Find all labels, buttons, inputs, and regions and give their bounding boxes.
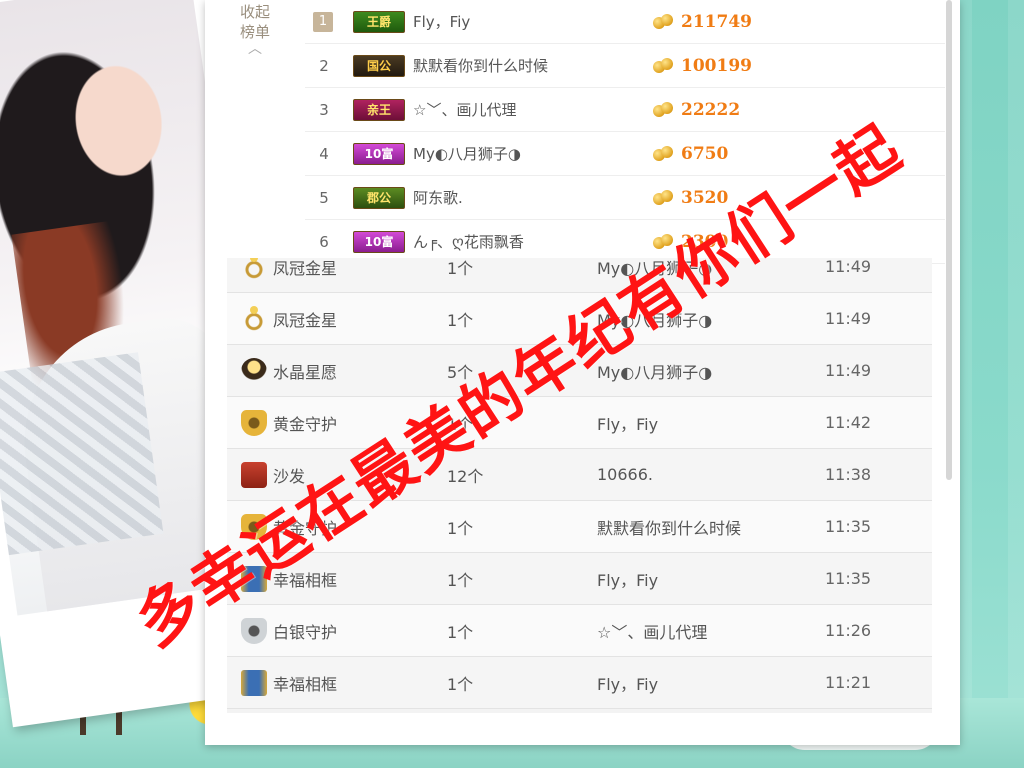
ring-icon bbox=[241, 258, 267, 280]
rank-number: 3 bbox=[319, 100, 329, 119]
gold-coin-icon bbox=[653, 101, 675, 118]
gift-row: 黄金守护 1个 Fly，Fiy 11:42 bbox=[227, 397, 932, 449]
rank-number: 6 bbox=[319, 232, 329, 251]
rank-score: 6750 bbox=[681, 143, 729, 164]
gift-time: 11:42 bbox=[825, 413, 872, 432]
rank-badge-icon: 国公 bbox=[353, 54, 405, 77]
gift-sender[interactable]: Fly，Fiy bbox=[597, 567, 658, 591]
rank-score: 22222 bbox=[681, 99, 741, 120]
gift-sender[interactable]: Fly，Fiy bbox=[597, 411, 658, 435]
photo-scarf bbox=[0, 352, 164, 556]
gift-row: 幸福相框 1个 Fly，Fiy 11:21 bbox=[227, 657, 932, 709]
collapse-label-line1: 收起 bbox=[239, 3, 270, 21]
rank-number: 2 bbox=[319, 56, 329, 75]
gift-sender[interactable]: Fly，Fiy bbox=[597, 671, 658, 695]
gift-name: 白银守护 bbox=[273, 622, 338, 642]
gift-time: 11:21 bbox=[825, 673, 872, 692]
rank-user-name[interactable]: Fly，Fiy bbox=[413, 11, 643, 32]
gift-cell: 凤冠金星 bbox=[227, 258, 427, 280]
gift-quantity: 1个 bbox=[447, 570, 474, 590]
gift-name: 凤冠金星 bbox=[273, 258, 338, 278]
gift-time: 11:38 bbox=[825, 465, 872, 484]
rank-badge-icon: 10富 bbox=[353, 230, 405, 253]
gift-quantity: 1个 bbox=[447, 258, 474, 278]
rank-number: 4 bbox=[319, 144, 329, 163]
rank-badge-icon: 10富 bbox=[353, 142, 405, 165]
gift-cell: 幸福相框 bbox=[227, 669, 427, 696]
gift-quantity: 1个 bbox=[447, 518, 474, 538]
gift-time: 11:35 bbox=[825, 569, 872, 588]
rank-user-name[interactable]: 阿东歌. bbox=[413, 187, 643, 208]
gold-shield-icon bbox=[241, 409, 267, 436]
gift-sender[interactable]: 10666. bbox=[597, 465, 653, 484]
rank-badge-icon: 亲王 bbox=[353, 98, 405, 121]
rank-user-name[interactable]: ☆﹀、画儿代理 bbox=[413, 99, 643, 120]
rank-user-name[interactable]: My◐八月狮子◑ bbox=[413, 143, 643, 164]
gift-quantity: 1个 bbox=[447, 310, 474, 330]
ring-icon bbox=[241, 305, 267, 332]
gift-time: 11:26 bbox=[825, 621, 872, 640]
collapse-ranking-button[interactable]: 收起 榜单 ︿ bbox=[235, 2, 275, 56]
gold-coin-icon bbox=[653, 189, 675, 206]
gift-sender[interactable]: ☆﹀、画儿代理 bbox=[597, 619, 707, 643]
gift-row: 幸福相框 1个 Fly，Fiy 11:35 bbox=[227, 553, 932, 605]
gift-name: 幸福相框 bbox=[273, 674, 338, 694]
gift-name: 凤冠金星 bbox=[273, 310, 338, 330]
rank-number: 5 bbox=[319, 188, 329, 207]
gift-time: 11:49 bbox=[825, 309, 872, 328]
rank-user-name[interactable]: 默默看你到什么时候 bbox=[413, 55, 643, 76]
silver-shield-icon bbox=[241, 617, 267, 644]
gift-name: 黄金守护 bbox=[273, 414, 338, 434]
gold-coin-icon bbox=[653, 145, 675, 162]
gift-time: 11:35 bbox=[825, 517, 872, 536]
gift-cell: 凤冠金星 bbox=[227, 305, 427, 332]
gold-coin-icon bbox=[653, 13, 675, 30]
gift-quantity: 1个 bbox=[447, 674, 474, 694]
rank-score: 211749 bbox=[681, 11, 752, 32]
rank-badge-icon: 郡公 bbox=[353, 186, 405, 209]
ranking-row[interactable]: 2 国公 默默看你到什么时候 100199 bbox=[305, 44, 945, 88]
gift-cell: 白银守护 bbox=[227, 617, 427, 644]
panel-scrollbar[interactable] bbox=[946, 0, 952, 480]
rank-badge-icon: 王爵 bbox=[353, 10, 405, 33]
gold-coin-icon bbox=[653, 57, 675, 74]
rank-score: 100199 bbox=[681, 55, 752, 76]
crystal-ball-icon bbox=[241, 357, 267, 384]
gift-name: 水晶星愿 bbox=[273, 362, 338, 382]
gift-sender[interactable]: 默默看你到什么时候 bbox=[597, 515, 741, 539]
photo-frame-icon bbox=[241, 669, 267, 696]
chevron-up-icon: ︿ bbox=[248, 41, 262, 57]
gift-time: 11:49 bbox=[825, 361, 872, 380]
gift-time: 11:49 bbox=[825, 258, 872, 276]
gift-cell: 水晶星愿 bbox=[227, 357, 427, 384]
collapse-label-line2: 榜单 bbox=[239, 23, 270, 41]
gift-quantity: 1个 bbox=[447, 622, 474, 642]
sofa-icon bbox=[241, 461, 267, 488]
gift-row: 白银守护 1个 ☆﹀、画儿代理 11:26 bbox=[227, 605, 932, 657]
rank-number: 1 bbox=[313, 11, 333, 32]
ranking-row[interactable]: 1 王爵 Fly，Fiy 211749 bbox=[305, 0, 945, 44]
rank-user-name[interactable]: ん╒、ღ花雨飘香 bbox=[413, 231, 643, 252]
